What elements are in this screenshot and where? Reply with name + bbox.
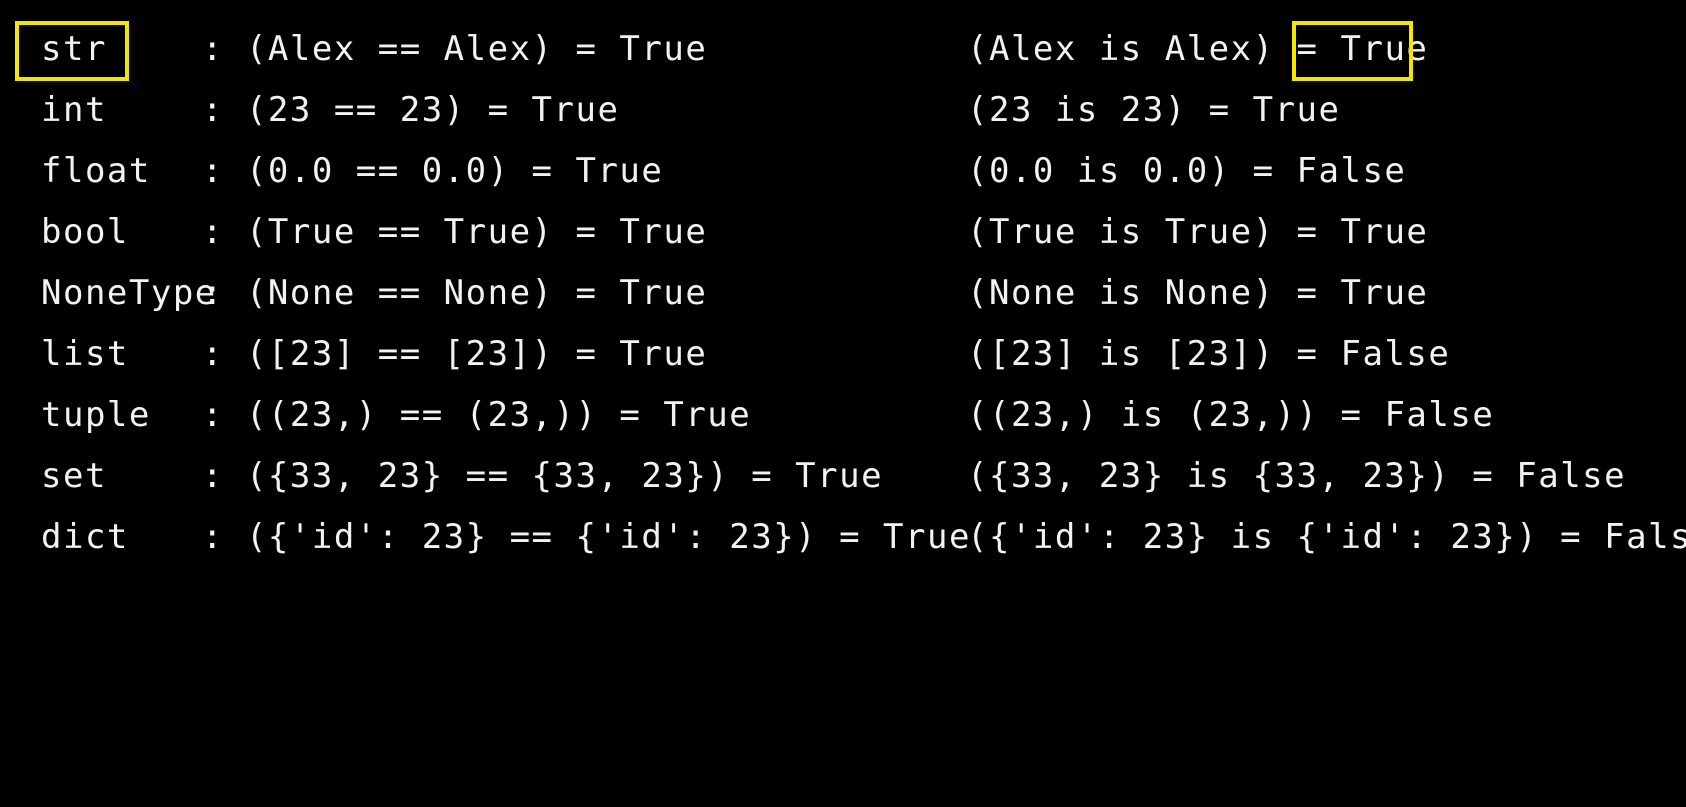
identity-expression: ((23,) is (23,)) = <box>967 395 1385 435</box>
identity-expression: (23 is 23) = <box>967 90 1253 130</box>
output-line: NoneType : (None == None) = True (None i… <box>0 263 1686 323</box>
type-name: list <box>41 334 129 374</box>
output-line: float : (0.0 == 0.0) = True (0.0 is 0.0)… <box>0 141 1686 201</box>
equality-check: : ((23,) == (23,)) = True <box>202 395 752 435</box>
identity-expression: (Alex is Alex) = <box>967 29 1341 69</box>
terminal-output: str : (Alex == Alex) = True (Alex is Ale… <box>0 0 1686 597</box>
identity-expression: (0.0 is 0.0) = <box>967 151 1297 191</box>
identity-expression: ({'id': 23} is {'id': 23}) = <box>967 517 1605 557</box>
output-line: bool : (True == True) = True (True is Tr… <box>0 202 1686 262</box>
output-line: list : ([23] == [23]) = True ([23] is [2… <box>0 324 1686 384</box>
equality-check: : ({'id': 23} == {'id': 23}) = True <box>202 517 971 557</box>
identity-result: False <box>1516 456 1627 496</box>
equality-check: : (True == True) = True <box>202 212 708 252</box>
identity-result: False <box>1340 334 1451 374</box>
equality-check: : ({33, 23} == {33, 23}) = True <box>202 456 884 496</box>
equality-check: : (Alex == Alex) = True <box>202 29 708 69</box>
identity-result: True <box>1340 273 1429 313</box>
type-name: int <box>41 90 107 130</box>
identity-check: (Alex is Alex) = True <box>967 19 1428 79</box>
type-name: bool <box>41 212 129 252</box>
equality-check: : (0.0 == 0.0) = True <box>202 151 664 191</box>
identity-check: ((23,) is (23,)) = False <box>967 385 1494 445</box>
equality-check: : (None == None) = True <box>202 273 708 313</box>
identity-expression: ({33, 23} is {33, 23}) = <box>967 456 1517 496</box>
identity-result: False <box>1296 151 1407 191</box>
identity-check: ([23] is [23]) = False <box>967 324 1450 384</box>
identity-result: True <box>1340 29 1429 69</box>
identity-check: (0.0 is 0.0) = False <box>967 141 1406 201</box>
output-line: int : (23 == 23) = True (23 is 23) = Tru… <box>0 80 1686 140</box>
identity-check: (23 is 23) = True <box>967 80 1341 140</box>
equality-check: : (23 == 23) = True <box>202 90 620 130</box>
identity-result: True <box>1252 90 1341 130</box>
identity-expression: (True is True) = <box>967 212 1341 252</box>
type-name: NoneType <box>41 273 217 313</box>
identity-result: False <box>1384 395 1495 435</box>
output-line: dict : ({'id': 23} == {'id': 23}) = True… <box>0 507 1686 567</box>
type-name: tuple <box>41 395 151 435</box>
output-line: set : ({33, 23} == {33, 23}) = True ({33… <box>0 446 1686 506</box>
type-name: set <box>41 456 107 496</box>
identity-check: (None is None) = True <box>967 263 1428 323</box>
type-name: float <box>41 151 151 191</box>
output-line: tuple : ((23,) == (23,)) = True ((23,) i… <box>0 385 1686 445</box>
identity-check: (True is True) = True <box>967 202 1428 262</box>
identity-expression: (None is None) = <box>967 273 1341 313</box>
identity-result: False <box>1604 517 1686 557</box>
identity-check: ({33, 23} is {33, 23}) = False <box>967 446 1626 506</box>
type-name: dict <box>41 517 129 557</box>
identity-check: ({'id': 23} is {'id': 23}) = False <box>967 507 1686 567</box>
identity-expression: ([23] is [23]) = <box>967 334 1341 374</box>
output-line: str : (Alex == Alex) = True (Alex is Ale… <box>0 19 1686 79</box>
identity-result: True <box>1340 212 1429 252</box>
equality-check: : ([23] == [23]) = True <box>202 334 708 374</box>
type-name: str <box>41 29 107 69</box>
